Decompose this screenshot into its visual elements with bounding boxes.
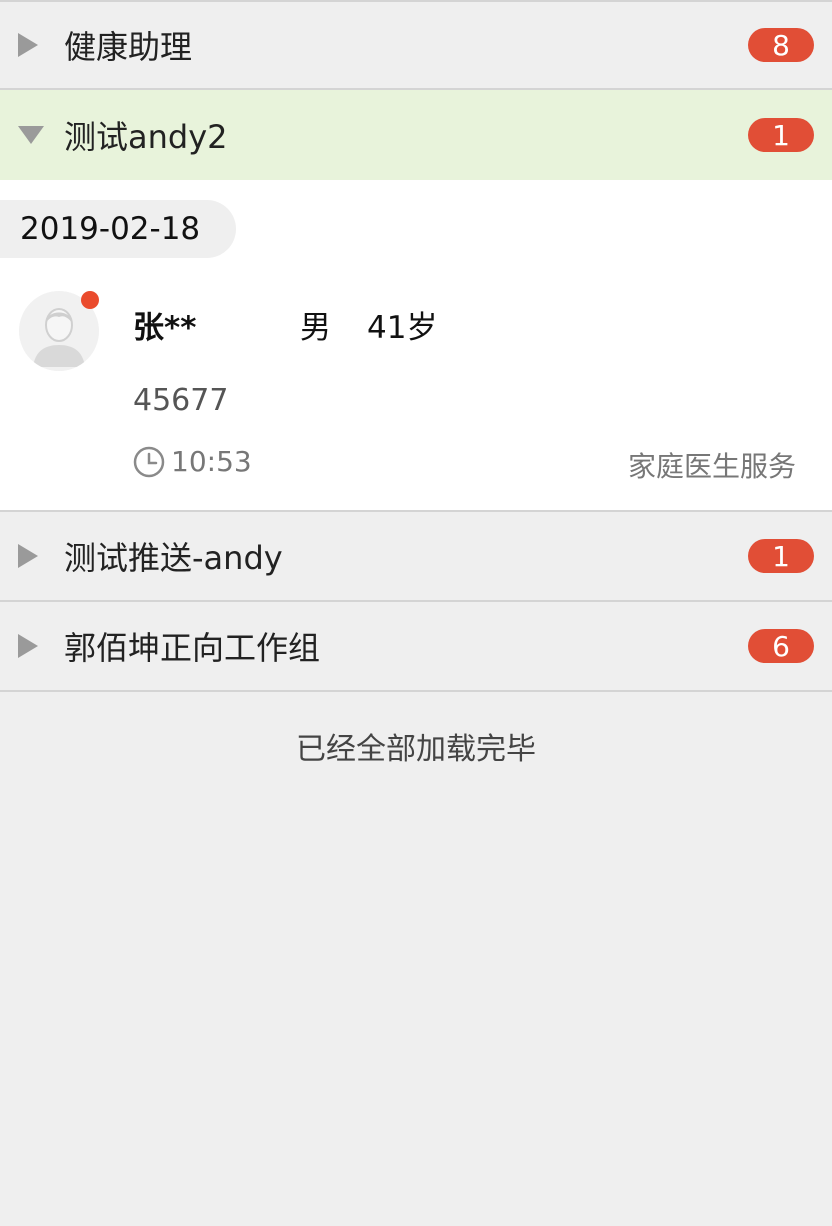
unread-badge: 1 <box>748 118 814 152</box>
triangle-right-icon <box>0 511 64 601</box>
triangle-right-icon <box>0 601 64 691</box>
unread-badge: 8 <box>748 28 814 62</box>
group-title: 测试推送-andy <box>64 539 283 577</box>
group-header-guo-work-group[interactable]: 郭佰坤正向工作组 6 <box>0 602 832 692</box>
patient-id: 45677 <box>133 383 229 418</box>
patient-age: 41岁 <box>367 310 438 346</box>
patient-gender: 男 <box>300 310 331 346</box>
unread-badge: 6 <box>748 629 814 663</box>
triangle-right-icon <box>0 0 64 90</box>
group-header-test-push-andy[interactable]: 测试推送-andy 1 <box>0 512 832 602</box>
triangle-down-icon <box>0 90 64 180</box>
clock-icon <box>133 446 165 477</box>
unread-badge: 1 <box>748 539 814 573</box>
patient-name[interactable]: 张** <box>133 302 196 347</box>
load-complete-text: 已经全部加载完毕 <box>296 732 536 767</box>
group-content: 2019-02-18 张** 男 41岁 45677 10:53 家庭医生服务 <box>0 180 832 512</box>
group-title: 郭佰坤正向工作组 <box>64 629 321 667</box>
time-text: 10:53 <box>171 445 252 478</box>
group-title: 健康助理 <box>64 28 193 66</box>
group-header-health-assistant[interactable]: 健康助理 8 <box>0 0 832 90</box>
service-type: 家庭医生服务 <box>627 450 796 483</box>
group-title: 测试andy2 <box>64 118 228 156</box>
page: 健康助理 8 测试andy2 1 2019-02-18 张** 男 41岁 45… <box>0 0 832 1226</box>
date-label: 2019-02-18 <box>0 200 236 258</box>
group-header-test-andy2[interactable]: 测试andy2 1 <box>0 90 832 180</box>
unread-dot <box>81 291 99 309</box>
message-time: 10:53 <box>133 445 252 478</box>
